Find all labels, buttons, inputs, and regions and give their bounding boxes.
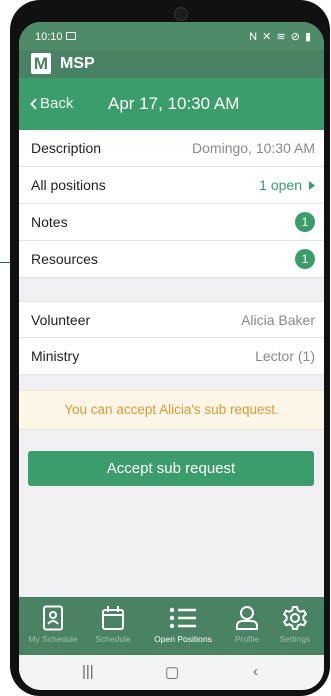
all-positions-row[interactable]: All positions 1 open (19, 167, 324, 204)
volunteer-row: Volunteer Alicia Baker (19, 301, 324, 338)
contact-card-icon (43, 605, 63, 631)
tab-profile-label: Profile (234, 634, 260, 644)
page-title: Apr 17, 10:30 AM (108, 94, 240, 113)
tab-settings[interactable]: Settings (269, 597, 321, 655)
tab-schedule-label: Schedule (95, 634, 131, 644)
ministry-row: Ministry Lector (1) (19, 338, 324, 375)
caret-right-icon (309, 181, 315, 190)
resources-row[interactable]: Resources 1 (19, 241, 324, 278)
app-bar: M MSP (19, 50, 324, 78)
home-icon[interactable]: ▢ (165, 663, 179, 681)
volunteer-label: Volunteer (31, 312, 91, 328)
app-name: MSP (60, 55, 95, 72)
notes-row[interactable]: Notes 1 (19, 204, 324, 241)
description-row: Description Domingo, 10:30 AM (19, 130, 324, 167)
ministry-label: Ministry (31, 348, 80, 364)
tab-profile[interactable]: Profile (225, 597, 269, 655)
all-positions-label: All positions (31, 177, 106, 193)
system-nav-bar: ||| ▢ ‹ (19, 655, 324, 690)
tab-bar: My Schedule Schedule Open Positions Prof… (19, 597, 324, 655)
notes-count-badge: 1 (295, 212, 315, 232)
ministry-value: Lector (1) (255, 348, 315, 364)
description-label: Description (31, 140, 102, 156)
person-icon (236, 606, 258, 630)
info-banner: You can accept Alicia's sub request. (19, 390, 324, 430)
status-time: 10:10 (35, 31, 63, 43)
status-icons: N ✕ ≋ ⊘ ▮ (249, 31, 312, 43)
recents-icon[interactable]: ||| (82, 663, 94, 680)
back-button[interactable]: Back (30, 95, 73, 112)
chevron-left-icon (30, 97, 37, 110)
tab-settings-label: Settings (279, 634, 311, 644)
gear-icon (282, 606, 308, 630)
front-camera (174, 7, 188, 21)
notes-label: Notes (31, 214, 68, 230)
tab-schedule[interactable]: Schedule (85, 597, 141, 655)
accept-sub-request-button[interactable]: Accept sub request (28, 451, 314, 486)
volunteer-value: Alicia Baker (241, 312, 315, 328)
tab-my-schedule-label: My Schedule (28, 634, 78, 644)
back-label: Back (40, 95, 74, 112)
tab-open-positions[interactable]: Open Positions (141, 597, 225, 655)
list-icon (169, 607, 196, 629)
resources-label: Resources (31, 251, 98, 267)
calendar-icon (102, 606, 124, 630)
phone-screen: 10:10 N ✕ ≋ ⊘ ▮ M MSP Back Apr 17, 10:30… (19, 22, 324, 690)
tab-my-schedule[interactable]: My Schedule (23, 597, 83, 655)
gallery-notification-icon (66, 32, 76, 40)
resources-count-badge: 1 (295, 249, 315, 269)
nav-bar: Back Apr 17, 10:30 AM (19, 78, 324, 130)
description-value: Domingo, 10:30 AM (192, 140, 315, 156)
app-logo: M (31, 53, 51, 74)
status-bar: 10:10 N ✕ ≋ ⊘ ▮ (19, 22, 324, 50)
all-positions-value: 1 open (259, 177, 302, 193)
tab-open-positions-label: Open Positions (154, 634, 212, 644)
back-nav-icon[interactable]: ‹ (253, 663, 258, 680)
